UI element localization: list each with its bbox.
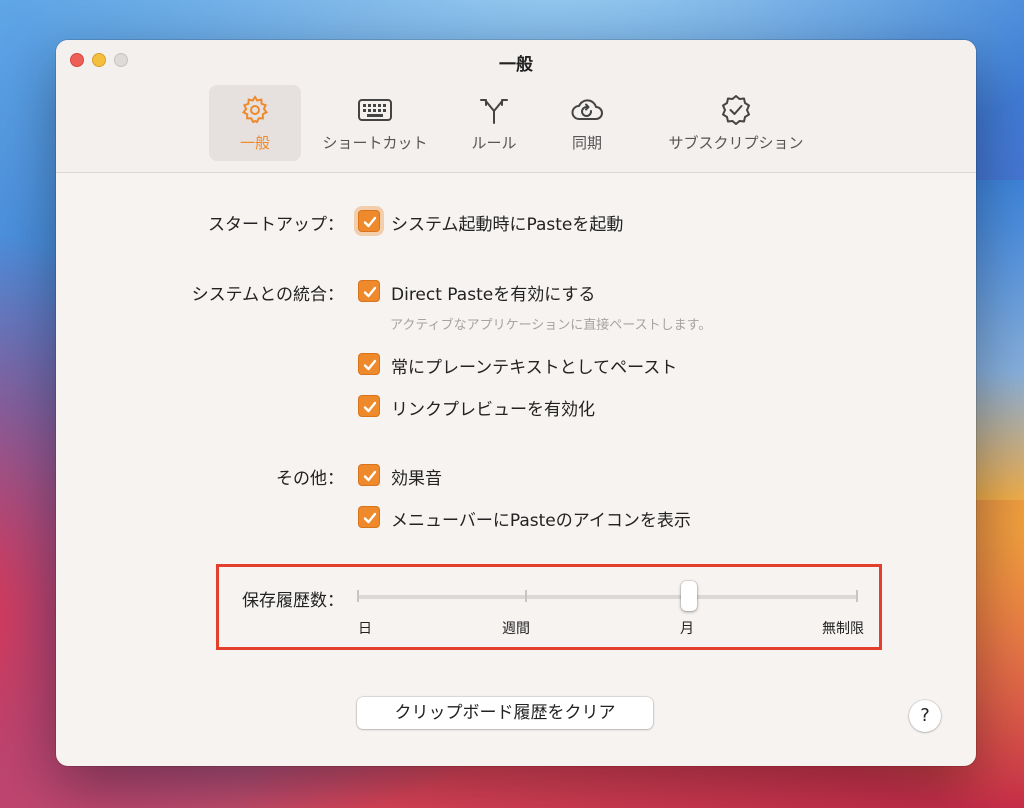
checkmark-icon xyxy=(363,286,377,298)
checkmark-icon xyxy=(363,512,377,524)
other-label: その他： xyxy=(276,469,344,489)
startup-checkbox[interactable] xyxy=(358,210,380,232)
sound-effects-label: 効果音 xyxy=(391,469,442,489)
checkmark-icon xyxy=(363,359,377,371)
keyboard-icon xyxy=(357,94,393,126)
startup-option-label: システム起動時にPasteを起動 xyxy=(391,215,624,235)
history-tick xyxy=(525,590,527,602)
direct-paste-description: アクティブなアプリケーションに直接ペーストします。 xyxy=(390,318,712,333)
menubar-icon-label: メニューバーにPasteのアイコンを表示 xyxy=(391,511,691,531)
checkmark-icon xyxy=(363,470,377,482)
sound-effects-checkbox[interactable] xyxy=(358,464,380,486)
startup-label: スタートアップ： xyxy=(208,215,344,235)
history-label: 保存履歴数： xyxy=(242,591,344,611)
tab-shortcuts[interactable]: ショートカット xyxy=(311,85,439,161)
fork-icon xyxy=(476,94,512,126)
toolbar: 一般 一般 ショートカット ルール 同期 サブスクリプション xyxy=(56,40,976,173)
tab-rules[interactable]: ルール xyxy=(454,85,534,161)
history-tick-label-month: 月 xyxy=(680,621,694,637)
tab-bar: 一般 ショートカット ルール 同期 サブスクリプション xyxy=(56,85,976,161)
cloud-sync-icon xyxy=(569,94,605,126)
tab-rules-label: ルール xyxy=(471,134,517,152)
history-tick-label-unlimited: 無制限 xyxy=(822,621,864,637)
integration-label: システムとの統合： xyxy=(191,285,344,305)
tab-subscription-label: サブスクリプション xyxy=(668,134,804,152)
tab-general-label: 一般 xyxy=(239,134,270,152)
tab-sync[interactable]: 同期 xyxy=(552,85,622,161)
checkmark-icon xyxy=(363,401,377,413)
history-tick-label-week: 週間 xyxy=(502,621,530,637)
history-tick-label-day: 日 xyxy=(358,621,372,637)
plain-text-label: 常にプレーンテキストとしてペースト xyxy=(391,358,678,378)
history-tick xyxy=(357,590,359,602)
plain-text-checkbox[interactable] xyxy=(358,353,380,375)
window-title: 一般 xyxy=(499,55,533,75)
clear-history-button[interactable]: クリップボード履歴をクリア xyxy=(357,697,653,729)
tab-subscription[interactable]: サブスクリプション xyxy=(650,85,822,161)
history-slider-thumb[interactable] xyxy=(681,581,697,611)
history-tick xyxy=(856,590,858,602)
direct-paste-checkbox[interactable] xyxy=(358,280,380,302)
help-button[interactable]: ? xyxy=(909,700,941,732)
gear-icon xyxy=(237,94,273,126)
checkmark-icon xyxy=(363,216,377,228)
badge-check-icon xyxy=(718,94,754,126)
tab-shortcuts-label: ショートカット xyxy=(322,134,428,152)
history-slider-track[interactable] xyxy=(358,595,858,599)
tab-general[interactable]: 一般 xyxy=(209,85,301,161)
direct-paste-label: Direct Pasteを有効にする xyxy=(391,285,596,305)
link-preview-label: リンクプレビューを有効化 xyxy=(391,400,595,420)
link-preview-checkbox[interactable] xyxy=(358,395,380,417)
menubar-icon-checkbox[interactable] xyxy=(358,506,380,528)
tab-sync-label: 同期 xyxy=(571,134,602,152)
